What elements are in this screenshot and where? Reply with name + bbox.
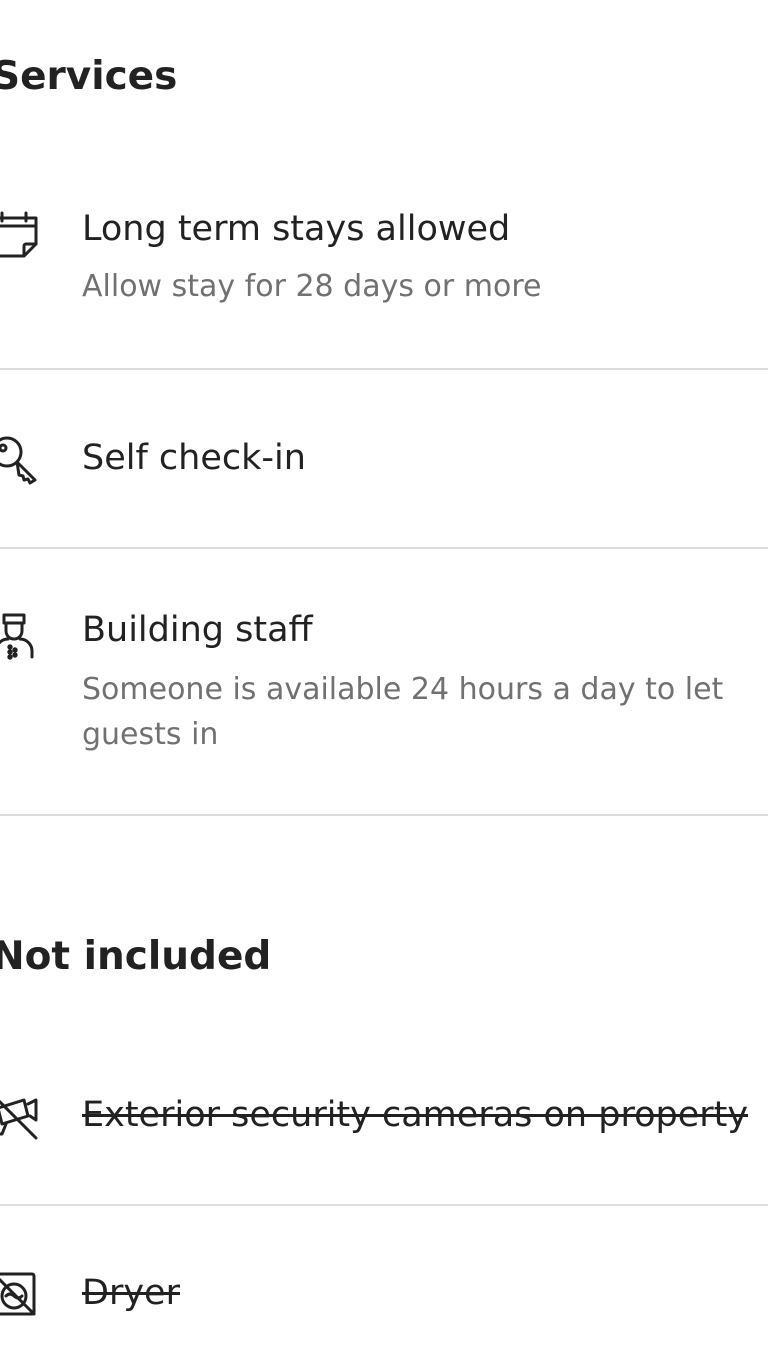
amenity-subtitle: Someone is available 24 hours a day to l… [82,672,724,752]
not-included-heading: Not included [0,934,272,979]
amenity-long-term-stays: Long term stays allowed Allow stay for 2… [0,200,768,368]
services-heading: Services [0,54,178,99]
dryer-off-icon [0,1268,40,1320]
amenity-title: Dryer [82,1273,180,1313]
amenity-subtitle: Allow stay for 28 days or more [82,269,542,304]
security-camera-off-icon [0,1090,40,1142]
amenity-title: Long term stays allowed [82,209,511,249]
calendar-icon [0,208,40,260]
divider [0,814,768,816]
amenity-self-check-in: Self check-in [0,370,768,547]
amenity-title: Building staff [82,610,313,650]
amenity-dryer: Dryer [0,1206,768,1359]
key-icon [0,433,40,485]
building-staff-icon [0,609,40,661]
amenity-title: Exterior security cameras on property [82,1095,749,1135]
amenity-title: Self check-in [82,438,306,478]
amenity-exterior-security-cameras: Exterior security cameras on property [0,1060,768,1204]
amenity-building-staff: Building staff Someone is available 24 h… [0,549,768,814]
